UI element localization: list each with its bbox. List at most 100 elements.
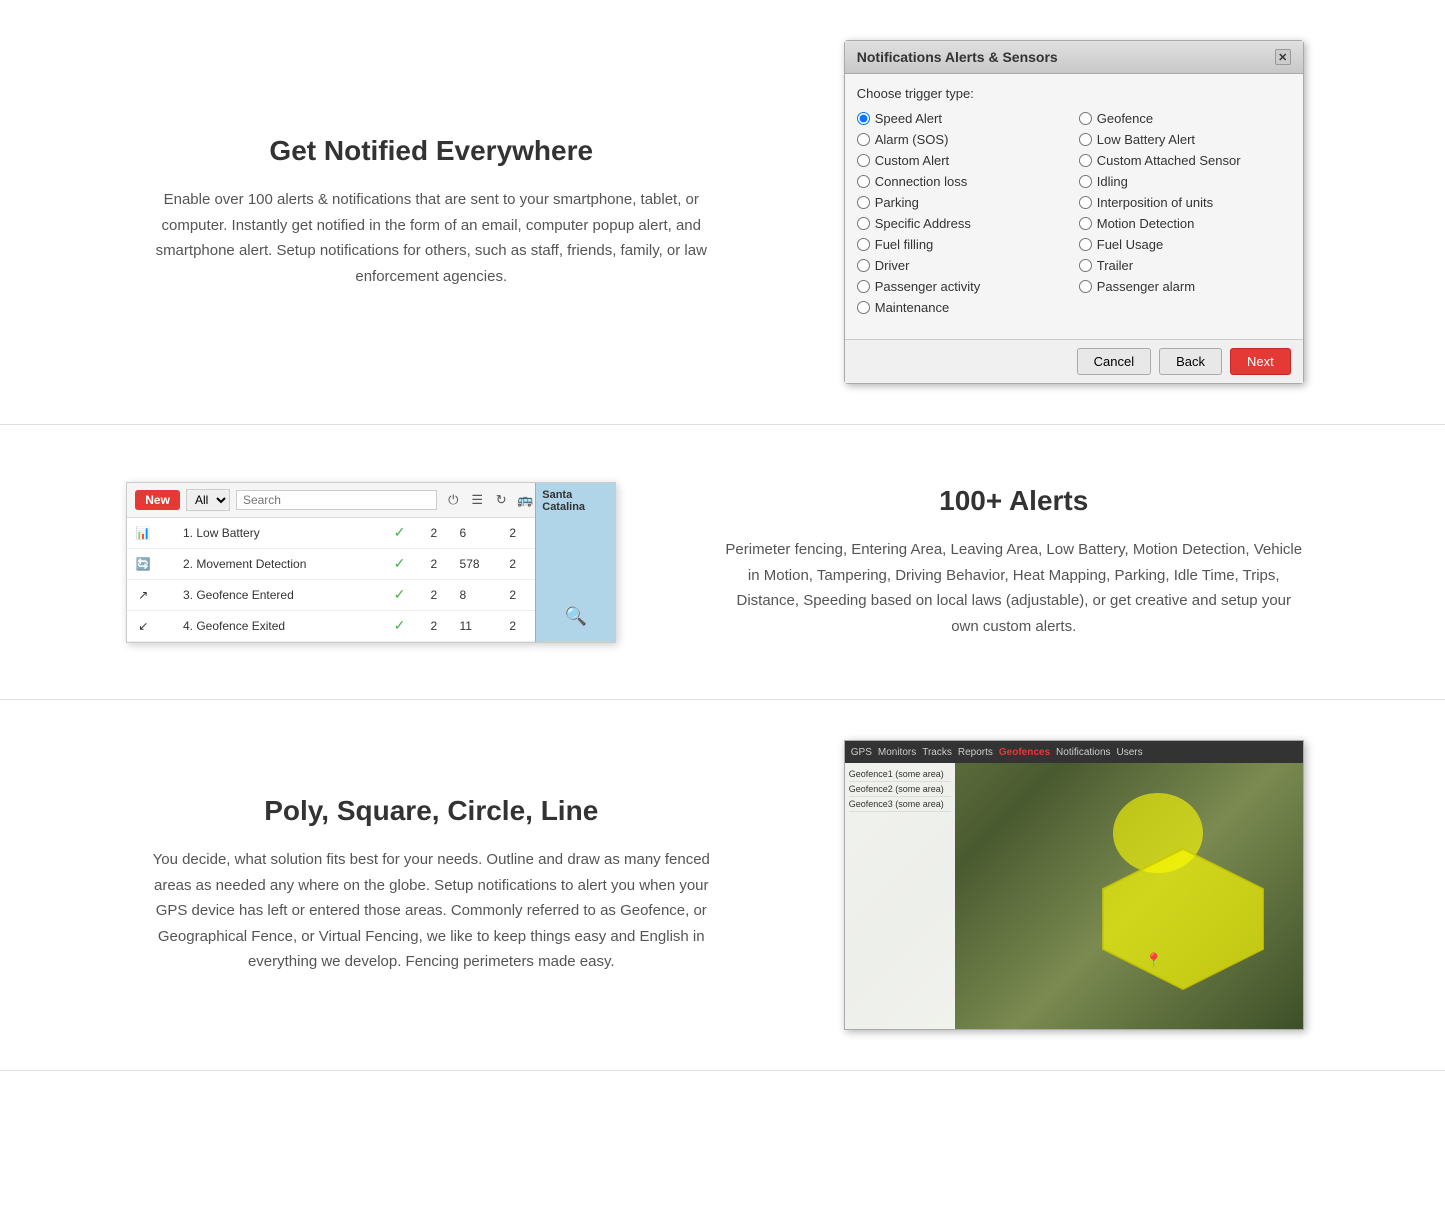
- modal-body: Choose trigger type: Speed Alert Geofenc…: [845, 74, 1303, 339]
- geo-toolbar: GPS Monitors Tracks Reports Geofences No…: [845, 741, 1303, 763]
- row-col4: 2: [503, 548, 532, 579]
- radio-parking[interactable]: Parking: [857, 195, 1069, 210]
- geo-sidebar-item[interactable]: Geofence2 (some area): [849, 782, 951, 797]
- radio-connection-loss[interactable]: Connection loss: [857, 174, 1069, 189]
- radio-maintenance[interactable]: Maintenance: [857, 300, 1069, 315]
- geo-menu-reports[interactable]: Reports: [958, 747, 993, 758]
- battery-icon: 📊: [133, 523, 153, 543]
- row-col4: 2: [503, 518, 532, 549]
- notifications-heading: Get Notified Everywhere: [140, 135, 723, 167]
- modal-next-button[interactable]: Next: [1230, 348, 1291, 375]
- radio-motion-detection[interactable]: Motion Detection: [1079, 216, 1291, 231]
- radio-specific-address[interactable]: Specific Address: [857, 216, 1069, 231]
- row-col4: 2: [503, 579, 532, 610]
- radio-custom-attached-sensor[interactable]: Custom Attached Sensor: [1079, 153, 1291, 168]
- notifications-text: Get Notified Everywhere Enable over 100 …: [80, 115, 783, 309]
- modal-title-bar: Notifications Alerts & Sensors ✕: [845, 41, 1303, 74]
- radio-low-battery-alert[interactable]: Low Battery Alert: [1079, 132, 1291, 147]
- radio-custom-alert[interactable]: Custom Alert: [857, 153, 1069, 168]
- radio-idling[interactable]: Idling: [1079, 174, 1291, 189]
- section-notifications: Get Notified Everywhere Enable over 100 …: [0, 0, 1445, 425]
- row-icon: ↙: [127, 610, 177, 641]
- map-side-content: Santa Catalina 🔍 + −: [536, 483, 615, 643]
- row-name: 2. Movement Detection: [177, 548, 388, 579]
- row-check: ✓: [388, 548, 425, 579]
- radio-interposition[interactable]: Interposition of units: [1079, 195, 1291, 210]
- radio-passenger-alarm[interactable]: Passenger alarm: [1079, 279, 1291, 294]
- search-input[interactable]: [236, 490, 437, 510]
- refresh-icon[interactable]: ↻: [491, 490, 511, 510]
- notifications-description: Enable over 100 alerts & notifications t…: [140, 187, 723, 289]
- row-name: 1. Low Battery: [177, 518, 388, 549]
- trigger-options-grid: Speed Alert Geofence Alarm (SOS) Low Bat…: [857, 111, 1291, 315]
- power-icon[interactable]: ⏻: [443, 490, 463, 510]
- map-pin: 📍: [1145, 952, 1162, 969]
- geo-sidebar: Geofence1 (some area) Geofence2 (some ar…: [845, 763, 955, 1029]
- geo-menu-geofences[interactable]: Geofences: [999, 747, 1050, 758]
- row-icon: 🔄: [127, 548, 177, 579]
- radio-fuel-filling[interactable]: Fuel filling: [857, 237, 1069, 252]
- geofence-map-col: GPS Monitors Tracks Reports Geofences No…: [783, 740, 1366, 1030]
- geofence-exit-icon: ↙: [133, 616, 153, 636]
- modal-footer: Cancel Back Next: [845, 339, 1303, 383]
- geo-map-area: Geofence1 (some area) Geofence2 (some ar…: [845, 763, 1303, 1029]
- geo-sidebar-item[interactable]: Geofence3 (some area): [849, 797, 951, 812]
- row-icon: ↗: [127, 579, 177, 610]
- geo-hexagon-shape: [1093, 839, 1273, 999]
- radio-geofence[interactable]: Geofence: [1079, 111, 1291, 126]
- geofence-text: Poly, Square, Circle, Line You decide, w…: [80, 775, 783, 995]
- movement-icon: 🔄: [133, 554, 153, 574]
- radio-trailer[interactable]: Trailer: [1079, 258, 1291, 273]
- geofence-description: You decide, what solution fits best for …: [140, 847, 723, 975]
- alerts-text: 100+ Alerts Perimeter fencing, Entering …: [663, 465, 1366, 659]
- geofence-enter-icon: ↗: [133, 585, 153, 605]
- map-side-panel: Santa Catalina 🔍 + −: [535, 483, 615, 642]
- modal-title: Notifications Alerts & Sensors: [857, 49, 1058, 65]
- row-col2: 2: [424, 579, 453, 610]
- filter-select[interactable]: All: [186, 489, 230, 511]
- radio-driver[interactable]: Driver: [857, 258, 1069, 273]
- row-col2: 2: [424, 610, 453, 641]
- row-check: ✓: [388, 518, 425, 549]
- section-geofence: Poly, Square, Circle, Line You decide, w…: [0, 700, 1445, 1071]
- geo-menu-notifications[interactable]: Notifications: [1056, 747, 1110, 758]
- geofence-heading: Poly, Square, Circle, Line: [140, 795, 723, 827]
- row-col3: 6: [454, 518, 504, 549]
- notifications-modal-col: Notifications Alerts & Sensors ✕ Choose …: [783, 40, 1366, 384]
- row-name: 4. Geofence Exited: [177, 610, 388, 641]
- row-col4: 2: [503, 610, 532, 641]
- modal-cancel-button[interactable]: Cancel: [1077, 348, 1151, 375]
- trigger-modal: Notifications Alerts & Sensors ✕ Choose …: [844, 40, 1304, 384]
- geofence-map-image: GPS Monitors Tracks Reports Geofences No…: [844, 740, 1304, 1030]
- alerts-heading: 100+ Alerts: [723, 485, 1306, 517]
- row-check: ✓: [388, 579, 425, 610]
- radio-empty: [1079, 300, 1291, 315]
- list-icon[interactable]: ☰: [467, 490, 487, 510]
- new-alert-button[interactable]: New: [135, 490, 180, 510]
- row-col2: 2: [424, 548, 453, 579]
- row-check: ✓: [388, 610, 425, 641]
- geo-sidebar-item[interactable]: Geofence1 (some area): [849, 767, 951, 782]
- row-col3: 578: [454, 548, 504, 579]
- row-col3: 11: [454, 610, 504, 641]
- modal-close-button[interactable]: ✕: [1275, 49, 1291, 65]
- geo-menu-monitors[interactable]: Monitors: [878, 747, 916, 758]
- alerts-description: Perimeter fencing, Entering Area, Leavin…: [723, 537, 1306, 639]
- row-name: 3. Geofence Entered: [177, 579, 388, 610]
- geo-menu-users[interactable]: Users: [1117, 747, 1143, 758]
- trigger-label: Choose trigger type:: [857, 86, 1291, 101]
- vehicle-icon[interactable]: 🚌: [515, 490, 535, 510]
- radio-alarm-sos[interactable]: Alarm (SOS): [857, 132, 1069, 147]
- alerts-panel-col: New All ⏻ ☰ ↻ 🚌 🔧 ⧉ ✕ 📊: [80, 482, 663, 643]
- geo-toolbar-label: GPS: [851, 747, 872, 758]
- radio-passenger-activity[interactable]: Passenger activity: [857, 279, 1069, 294]
- row-icon: 📊: [127, 518, 177, 549]
- row-col3: 8: [454, 579, 504, 610]
- geo-menu-tracks[interactable]: Tracks: [922, 747, 952, 758]
- radio-fuel-usage[interactable]: Fuel Usage: [1079, 237, 1291, 252]
- row-col2: 2: [424, 518, 453, 549]
- alerts-panel: New All ⏻ ☰ ↻ 🚌 🔧 ⧉ ✕ 📊: [126, 482, 616, 643]
- radio-speed-alert[interactable]: Speed Alert: [857, 111, 1069, 126]
- section-alerts: 100+ Alerts Perimeter fencing, Entering …: [0, 425, 1445, 700]
- modal-back-button[interactable]: Back: [1159, 348, 1222, 375]
